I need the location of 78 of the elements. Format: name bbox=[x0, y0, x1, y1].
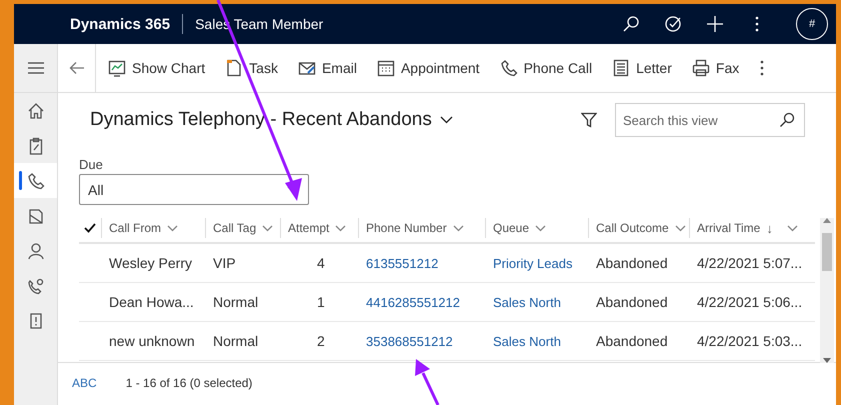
scroll-down-icon bbox=[823, 358, 831, 363]
scrollbar[interactable] bbox=[820, 218, 834, 363]
chevron-icon bbox=[167, 224, 178, 232]
due-dropdown[interactable]: All bbox=[79, 174, 309, 205]
table-cell-text: 4/22/2021 5:07... bbox=[696, 255, 804, 271]
table-cell-text: Abandoned bbox=[595, 255, 669, 271]
chevron-icon bbox=[262, 224, 274, 232]
chevron-icon bbox=[440, 116, 453, 124]
table-link[interactable]: Priority Leads bbox=[485, 256, 588, 270]
table-cell-text: 2 bbox=[316, 333, 326, 349]
table-link[interactable]: Sales North bbox=[485, 294, 588, 310]
search-icon bbox=[779, 112, 795, 128]
printer-icon bbox=[692, 59, 710, 77]
table-cell-text: 4/22/2021 5:06... bbox=[696, 294, 804, 310]
letter-icon bbox=[612, 59, 630, 77]
table-cell-text: Abandoned bbox=[595, 333, 669, 349]
column-header[interactable]: Call Tag bbox=[205, 218, 280, 238]
scroll-up-icon bbox=[823, 218, 831, 223]
document-icon bbox=[225, 59, 244, 77]
table-link[interactable]: Sales North bbox=[485, 334, 588, 348]
toolbar-button[interactable]: Fax bbox=[684, 51, 748, 85]
menu-icon[interactable] bbox=[26, 61, 44, 75]
toolbar-button[interactable]: Appointment bbox=[368, 51, 488, 85]
column-header[interactable]: Attempt bbox=[280, 218, 358, 238]
nav-item[interactable] bbox=[14, 163, 57, 198]
user-avatar[interactable]: # bbox=[796, 8, 828, 40]
chevron-icon bbox=[535, 224, 546, 232]
calendar-icon bbox=[376, 59, 395, 77]
app-name: Dynamics 365 bbox=[70, 16, 170, 32]
column-header[interactable]: Arrival Time ↓ bbox=[689, 218, 816, 238]
table-link[interactable]: 4416285551212 bbox=[358, 294, 485, 310]
table-cell-text: Abandoned bbox=[595, 294, 669, 310]
chevron-icon bbox=[452, 224, 464, 232]
chart-icon bbox=[108, 59, 126, 77]
target-icon[interactable] bbox=[664, 15, 682, 33]
filter-icon[interactable] bbox=[581, 112, 597, 128]
chevron-icon bbox=[674, 224, 686, 232]
column-header[interactable]: Call From bbox=[101, 218, 205, 238]
view-title[interactable]: Dynamics Telephony - Recent Abandons bbox=[90, 109, 453, 131]
scrollbar-thumb[interactable] bbox=[822, 233, 832, 271]
table-cell-text: 1 bbox=[316, 294, 326, 310]
record-count: 1 - 16 of 16 (0 selected) bbox=[126, 376, 252, 390]
table-cell-text: 4 bbox=[316, 255, 326, 271]
table-cell-text: VIP bbox=[212, 255, 237, 271]
toolbar-button[interactable]: Phone Call bbox=[492, 51, 600, 85]
toolbar-button[interactable]: Show Chart bbox=[100, 51, 214, 85]
person-icon bbox=[26, 242, 44, 260]
table-cell-text: Dean Howa... bbox=[108, 294, 195, 310]
annotation-arrow bbox=[415, 359, 440, 405]
phone-icon bbox=[500, 59, 518, 77]
column-header[interactable]: Queue bbox=[485, 218, 588, 238]
column-header[interactable]: Phone Number bbox=[358, 218, 485, 238]
phone-gear-icon bbox=[26, 276, 44, 294]
more-button[interactable] bbox=[759, 59, 766, 77]
column-header[interactable]: Call Outcome bbox=[588, 218, 689, 238]
more-icon bbox=[759, 59, 766, 77]
search-field[interactable]: Search this view bbox=[615, 103, 805, 137]
table-link[interactable]: 6135551212 bbox=[358, 256, 485, 270]
home-icon bbox=[26, 102, 44, 120]
toolbar-button[interactable]: Email bbox=[290, 51, 365, 85]
table-cell-text: Wesley Perry bbox=[108, 255, 193, 271]
checkmark-icon[interactable] bbox=[84, 223, 96, 233]
table-cell-text: new unknown bbox=[108, 333, 196, 349]
plus-icon[interactable] bbox=[706, 15, 724, 33]
filter-label: Due bbox=[79, 157, 104, 172]
toolbar-button[interactable]: Task bbox=[217, 51, 286, 85]
back-arrow-icon bbox=[68, 61, 84, 75]
letter-filter[interactable]: ABC bbox=[72, 376, 97, 390]
table-cell-text: Normal bbox=[212, 333, 260, 349]
search-icon[interactable] bbox=[622, 15, 640, 33]
phone-icon bbox=[26, 172, 44, 190]
chevron-icon bbox=[786, 224, 798, 232]
toolbar-button[interactable]: Letter bbox=[604, 51, 680, 85]
book-icon bbox=[26, 206, 44, 224]
chevron-icon bbox=[335, 224, 346, 232]
table-cell-text: Normal bbox=[212, 294, 260, 310]
table-cell-text: 4/22/2021 5:03... bbox=[696, 333, 804, 349]
table-link[interactable]: 353868551212 bbox=[358, 334, 485, 348]
